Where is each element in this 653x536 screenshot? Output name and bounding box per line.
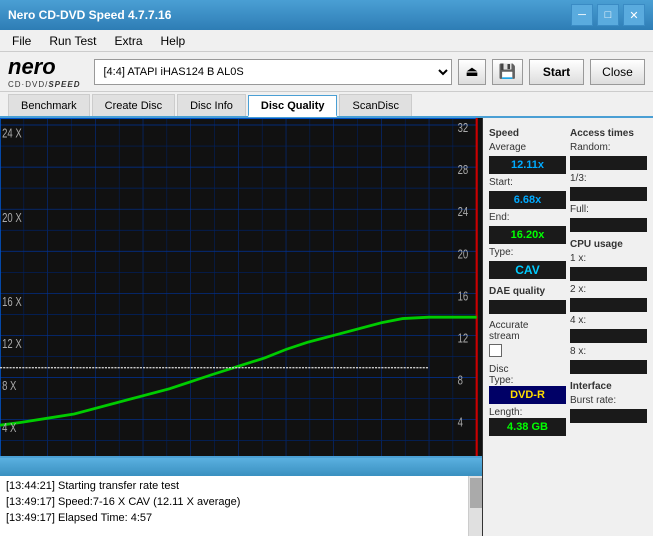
svg-text:20 X: 20 X: [2, 212, 22, 226]
svg-text:8 X: 8 X: [2, 380, 17, 394]
log-scrollbar[interactable]: [468, 476, 482, 536]
onethird-value: [570, 187, 647, 201]
svg-text:16 X: 16 X: [2, 296, 22, 310]
dae-value: [489, 300, 566, 314]
log-line-3: [13:49:17] Elapsed Time: 4:57: [6, 510, 476, 526]
nero-logo-text: nero: [8, 54, 80, 80]
disc-type-label: Type:: [489, 375, 566, 386]
full-label: Full:: [570, 204, 647, 215]
length-value: 4.38 GB: [489, 418, 566, 436]
svg-text:28: 28: [458, 164, 469, 178]
accurate-stream-section: Accurate stream: [489, 320, 566, 357]
tab-disc-info[interactable]: Disc Info: [177, 94, 246, 116]
title-text: Nero CD-DVD Speed 4.7.7.16: [8, 8, 171, 22]
info-panel: Speed Average 12.11x Start: 6.68x End: 1…: [483, 118, 653, 536]
end-value: 16.20x: [489, 226, 566, 244]
svg-text:4: 4: [458, 416, 463, 430]
length-label: Length:: [489, 407, 566, 418]
svg-text:8: 8: [458, 374, 463, 388]
random-value: [570, 156, 647, 170]
log-content: [13:44:21] Starting transfer rate test […: [0, 476, 482, 536]
svg-text:12 X: 12 X: [2, 338, 22, 352]
tab-benchmark[interactable]: Benchmark: [8, 94, 90, 116]
chart-area: 24 X 20 X 16 X 12 X 8 X 4 X 32 28 24 20 …: [0, 118, 483, 536]
menu-help[interactable]: Help: [153, 32, 194, 50]
nero-logo-sub: CD·DVD/SPEED: [8, 80, 80, 89]
average-label: Average: [489, 142, 566, 153]
menu-file[interactable]: File: [4, 32, 39, 50]
main-content: 24 X 20 X 16 X 12 X 8 X 4 X 32 28 24 20 …: [0, 118, 653, 536]
accurate-stream-checkbox-row: [489, 344, 566, 357]
eject-button[interactable]: ⏏: [458, 59, 485, 85]
accurate-label: Accurate: [489, 320, 566, 331]
drive-select[interactable]: [4:4] ATAPI iHAS124 B AL0S: [94, 59, 452, 85]
close-window-button[interactable]: ✕: [623, 4, 645, 26]
nero-logo: nero CD·DVD/SPEED: [8, 54, 80, 89]
svg-text:24: 24: [458, 206, 469, 220]
full-value: [570, 218, 647, 232]
interface-title: Interface: [570, 381, 647, 392]
cpu-1x-label: 1 x:: [570, 253, 647, 264]
svg-text:12: 12: [458, 332, 469, 346]
speed-title: Speed: [489, 128, 566, 139]
burst-label: Burst rate:: [570, 395, 647, 406]
tab-disc-quality[interactable]: Disc Quality: [248, 95, 338, 117]
menu-run-test[interactable]: Run Test: [41, 32, 104, 50]
start-label: Start:: [489, 177, 566, 188]
title-controls: ─ □ ✕: [571, 4, 645, 26]
dae-title: DAE quality: [489, 286, 566, 297]
start-value: 6.68x: [489, 191, 566, 209]
cpu-8x-value: [570, 360, 647, 374]
menu-extra[interactable]: Extra: [106, 32, 150, 50]
cpu-2x-label: 2 x:: [570, 284, 647, 295]
svg-text:4 X: 4 X: [2, 422, 17, 436]
svg-text:16: 16: [458, 290, 469, 304]
tab-scandisc[interactable]: ScanDisc: [339, 94, 411, 116]
cpu-title: CPU usage: [570, 239, 647, 250]
start-button[interactable]: Start: [529, 59, 584, 85]
disc-label: Disc: [489, 364, 566, 375]
log-area: [13:44:21] Starting transfer rate test […: [0, 456, 482, 536]
tab-bar: Benchmark Create Disc Disc Info Disc Qua…: [0, 92, 653, 118]
random-label: Random:: [570, 142, 647, 153]
svg-text:24 X: 24 X: [2, 127, 22, 141]
end-label: End:: [489, 212, 566, 223]
log-line-2: [13:49:17] Speed:7-16 X CAV (12.11 X ave…: [6, 494, 476, 510]
maximize-button[interactable]: □: [597, 4, 619, 26]
accurate-stream-checkbox[interactable]: [489, 344, 502, 357]
stream-label: stream: [489, 331, 566, 342]
cpu-4x-label: 4 x:: [570, 315, 647, 326]
speed-col: Speed Average 12.11x Start: 6.68x End: 1…: [489, 124, 566, 530]
svg-text:20: 20: [458, 248, 469, 262]
log-line-1: [13:44:21] Starting transfer rate test: [6, 478, 476, 494]
type-value: CAV: [489, 261, 566, 279]
onethird-label: 1/3:: [570, 173, 647, 184]
scrollbar-thumb[interactable]: [470, 478, 482, 508]
access-times-title: Access times: [570, 128, 647, 139]
cpu-1x-value: [570, 267, 647, 281]
minimize-button[interactable]: ─: [571, 4, 593, 26]
menu-bar: File Run Test Extra Help: [0, 30, 653, 52]
svg-text:32: 32: [458, 122, 469, 136]
toolbar: nero CD·DVD/SPEED [4:4] ATAPI iHAS124 B …: [0, 52, 653, 92]
tab-create-disc[interactable]: Create Disc: [92, 94, 175, 116]
access-col: Access times Random: 1/3: Full: CPU usag…: [570, 124, 647, 530]
info-columns: Speed Average 12.11x Start: 6.68x End: 1…: [489, 124, 647, 530]
cpu-8x-label: 8 x:: [570, 346, 647, 357]
close-button[interactable]: Close: [590, 59, 645, 85]
log-header: [0, 458, 482, 476]
disc-section: Disc Type: DVD-R Length: 4.38 GB: [489, 364, 566, 436]
type-label: Type:: [489, 247, 566, 258]
cpu-2x-value: [570, 298, 647, 312]
title-bar: Nero CD-DVD Speed 4.7.7.16 ─ □ ✕: [0, 0, 653, 30]
disc-type-value: DVD-R: [489, 386, 566, 404]
cpu-4x-value: [570, 329, 647, 343]
save-button[interactable]: 💾: [492, 59, 523, 85]
burst-value: [570, 409, 647, 423]
average-value: 12.11x: [489, 156, 566, 174]
